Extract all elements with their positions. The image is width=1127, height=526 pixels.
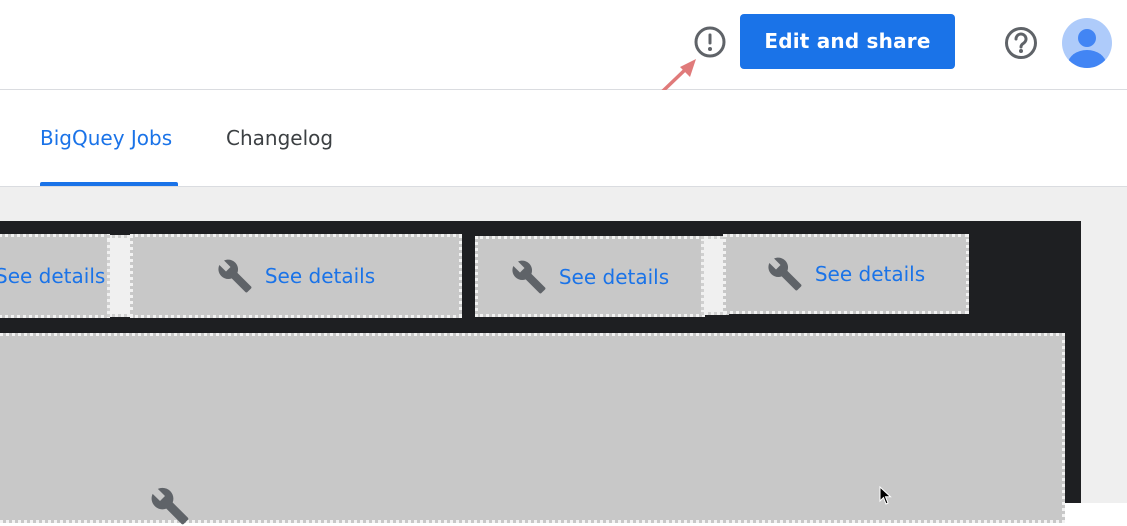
see-details-card[interactable]: See details <box>0 234 110 318</box>
tab-changelog[interactable]: Changelog <box>226 126 333 150</box>
see-details-link[interactable]: See details <box>815 262 925 286</box>
wrench-icon <box>151 487 189 525</box>
report-canvas: See details See details See details See … <box>0 187 1127 525</box>
alert-icon[interactable] <box>693 25 727 59</box>
tab-bigquery-jobs[interactable]: BigQuey Jobs <box>40 126 172 150</box>
tab-bar: BigQuey Jobs Changelog <box>0 90 1127 187</box>
see-details-link[interactable]: See details <box>0 264 105 288</box>
active-tab-indicator <box>40 182 178 186</box>
dark-panel: See details See details See details See … <box>0 221 1081 525</box>
see-details-card[interactable]: See details <box>475 236 705 317</box>
wrench-icon <box>218 259 252 293</box>
mouse-cursor-icon <box>879 486 892 505</box>
top-app-bar: Edit and share <box>0 0 1127 90</box>
account-avatar-icon[interactable] <box>1062 18 1112 68</box>
help-icon[interactable] <box>1003 25 1039 61</box>
large-chart-card[interactable] <box>0 333 1065 525</box>
see-details-card[interactable]: See details <box>723 234 969 314</box>
wrench-icon <box>768 257 802 291</box>
see-details-link[interactable]: See details <box>559 265 669 289</box>
see-details-card[interactable]: See details <box>130 234 462 318</box>
see-details-link[interactable]: See details <box>265 264 375 288</box>
wrench-icon <box>512 260 546 293</box>
edit-and-share-button[interactable]: Edit and share <box>740 14 955 69</box>
